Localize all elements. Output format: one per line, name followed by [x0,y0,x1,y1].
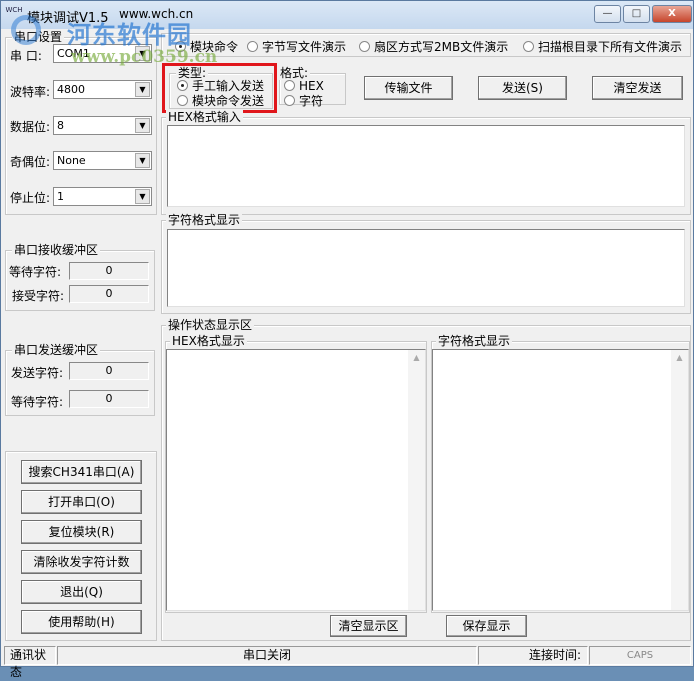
baud-label: 波特率: [10,85,51,99]
data-bits-label: 数据位: [10,120,51,134]
clear-count-button[interactable]: 清除收发字符计数 [21,550,142,574]
hex-input-label: HEX格式输入 [166,110,243,124]
radio-label: 字符 [299,94,324,108]
radio-icon [523,41,534,52]
hex-input-field[interactable] [167,125,685,207]
data-bits-select[interactable]: 8 ▼ [53,116,152,135]
exit-button[interactable]: 退出(Q) [21,580,142,604]
tx-send-value: 0 [69,362,149,380]
main-window: WCH 模块调试V1.5 www.wch.cn — □ X 串口设置 串 口: … [0,0,694,679]
close-button[interactable]: X [652,5,692,23]
mode-radio-sector-write[interactable]: 扇区方式写2MB文件演示 [359,38,508,55]
rx-recv-label: 接受字符: [12,289,65,303]
radio-icon [359,41,370,52]
status-connect-time: 连接时间: [478,646,588,665]
data-bits-value: 8 [57,119,64,132]
title-bar: WCH 模块调试V1.5 www.wch.cn — □ X [1,1,693,29]
help-button[interactable]: 使用帮助(H) [21,610,142,634]
parity-select[interactable]: None ▼ [53,151,152,170]
serial-settings-label: 串口设置 [12,30,65,44]
chevron-down-icon[interactable]: ▼ [135,46,150,61]
minimize-button[interactable]: — [594,5,621,23]
radio-icon [284,80,295,91]
status-comm: 通讯状态 [4,646,56,679]
chevron-down-icon[interactable]: ▼ [135,153,150,168]
mode-radio-byte-write[interactable]: 字节写文件演示 [247,38,346,55]
radio-label: 模块命令 [190,40,239,54]
search-ch341-button[interactable]: 搜索CH341串口(A) [21,460,142,484]
radio-icon [247,41,258,52]
mode-radio-module-command[interactable]: 模块命令 [175,38,238,55]
radio-icon [284,95,295,106]
char-output-field[interactable]: ▲ [432,349,689,611]
format-label: 格式: [278,66,311,80]
hex-display-label: HEX格式显示 [170,334,247,348]
tx-wait-value: 0 [69,390,149,408]
send-button[interactable]: 发送(S) [478,76,567,100]
stop-bits-label: 停止位: [10,191,51,205]
stop-bits-select[interactable]: 1 ▼ [53,187,152,206]
port-select[interactable]: COM1 ▼ [53,44,152,63]
app-icon: WCH [5,6,23,14]
highlight-box [162,63,277,113]
radio-label: HEX [299,79,324,93]
reset-module-button[interactable]: 复位模块(R) [21,520,142,544]
port-label: 串 口: [10,49,42,63]
mode-radio-scan-root[interactable]: 扫描根目录下所有文件演示 [523,38,682,55]
rx-wait-value: 0 [69,262,149,280]
rx-wait-label: 等待字符: [9,265,62,279]
hex-display-field[interactable]: ▲ [166,349,426,611]
char-output-label: 字符格式显示 [436,334,513,348]
tx-send-label: 发送字符: [11,366,64,380]
maximize-button[interactable]: □ [623,5,650,23]
save-display-button[interactable]: 保存显示 [446,615,527,637]
window-title: 模块调试V1.5 [27,11,109,26]
rx-buffer-label: 串口接收缓冲区 [12,243,101,257]
transfer-file-button[interactable]: 传输文件 [364,76,453,100]
tx-buffer-label: 串口发送缓冲区 [12,343,101,357]
char-display-field[interactable] [167,229,685,307]
radio-label: 字节写文件演示 [262,40,347,54]
op-status-label: 操作状态显示区 [166,318,255,332]
scrollbar[interactable]: ▲ [408,350,425,610]
baud-value: 4800 [57,83,85,96]
format-radio-char[interactable]: 字符 [284,92,323,109]
char-display-label: 字符格式显示 [166,213,243,227]
status-port-state: 串口关闭 [57,646,477,665]
radio-label: 扫描根目录下所有文件演示 [538,40,683,54]
format-radio-hex[interactable]: HEX [284,79,324,93]
parity-label: 奇偶位: [10,155,51,169]
chevron-down-icon[interactable]: ▼ [135,118,150,133]
window-url: www.wch.cn [119,7,194,21]
clear-display-button[interactable]: 清空显示区 [330,615,407,637]
parity-value: None [57,154,86,167]
status-caps: CAPS [589,646,691,665]
port-value: COM1 [57,47,90,60]
radio-label: 扇区方式写2MB文件演示 [374,40,509,54]
rx-recv-value: 0 [69,285,149,303]
chevron-down-icon[interactable]: ▼ [135,82,150,97]
clear-send-button[interactable]: 清空发送 [592,76,683,100]
tx-wait-label: 等待字符: [11,395,64,409]
stop-bits-value: 1 [57,190,64,203]
radio-icon [175,41,186,52]
open-port-button[interactable]: 打开串口(O) [21,490,142,514]
chevron-down-icon[interactable]: ▼ [135,189,150,204]
baud-select[interactable]: 4800 ▼ [53,80,152,99]
scrollbar[interactable]: ▲ [671,350,688,610]
